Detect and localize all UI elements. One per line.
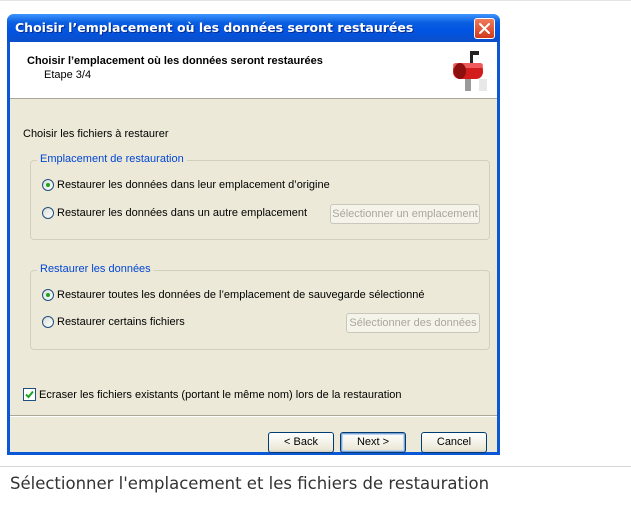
- frame-top-border: [0, 0, 631, 1]
- frame-bottom-border: [0, 466, 631, 467]
- restore-location-group: Emplacement de restauration: [30, 153, 490, 240]
- radio-original-button[interactable]: [42, 179, 54, 191]
- close-icon: [479, 23, 490, 34]
- dialog-window: Choisir l’emplacement où les données ser…: [7, 14, 500, 455]
- wizard-header: Choisir l’emplacement où les données ser…: [10, 42, 497, 99]
- restore-data-legend: Restaurer les données: [37, 263, 154, 275]
- radio-original-label: Restaurer les données dans leur emplacem…: [57, 179, 330, 191]
- window-title: Choisir l’emplacement où les données ser…: [15, 20, 414, 35]
- wizard-step-title: Choisir l’emplacement où les données ser…: [27, 55, 323, 67]
- instruction-text: Choisir les fichiers à restaurer: [23, 128, 169, 140]
- footer-separator-highlight: [10, 416, 497, 417]
- cancel-button[interactable]: Cancel: [421, 432, 487, 453]
- overwrite-checkbox[interactable]: [23, 388, 36, 401]
- radio-restore-some[interactable]: Restaurer certains fichiers: [42, 316, 185, 328]
- radio-restore-original[interactable]: Restaurer les données dans leur emplacem…: [42, 179, 330, 191]
- mailbox-icon: [453, 51, 487, 91]
- restore-location-legend: Emplacement de restauration: [37, 153, 187, 165]
- next-button[interactable]: Next >: [340, 432, 406, 453]
- figure-caption: Sélectionner l'emplacement et les fichie…: [10, 474, 490, 493]
- select-location-button[interactable]: Sélectionner un emplacement: [330, 204, 480, 224]
- radio-other-label: Restaurer les données dans un autre empl…: [57, 207, 308, 219]
- radio-other-button[interactable]: [42, 207, 54, 219]
- wizard-step-number: Etape 3/4: [44, 69, 92, 81]
- title-bar[interactable]: Choisir l’emplacement où les données ser…: [7, 14, 500, 42]
- radio-some-button[interactable]: [42, 316, 54, 328]
- dialog-client-area: Choisir l’emplacement où les données ser…: [10, 42, 497, 453]
- restore-data-group: Restaurer les données: [30, 263, 490, 350]
- back-button[interactable]: < Back: [268, 432, 334, 453]
- radio-all-label: Restaurer toutes les données de l’emplac…: [57, 289, 425, 301]
- select-data-button[interactable]: Sélectionner des données: [346, 313, 480, 333]
- overwrite-label: Ecraser les fichiers existants (portant …: [39, 388, 402, 401]
- radio-restore-all[interactable]: Restaurer toutes les données de l’emplac…: [42, 289, 425, 301]
- close-button[interactable]: [474, 18, 495, 39]
- radio-some-label: Restaurer certains fichiers: [57, 316, 185, 328]
- radio-restore-other[interactable]: Restaurer les données dans un autre empl…: [42, 207, 307, 219]
- checkmark-icon: [25, 390, 34, 399]
- radio-all-button[interactable]: [42, 289, 54, 301]
- overwrite-checkbox-row[interactable]: Ecraser les fichiers existants (portant …: [23, 388, 402, 401]
